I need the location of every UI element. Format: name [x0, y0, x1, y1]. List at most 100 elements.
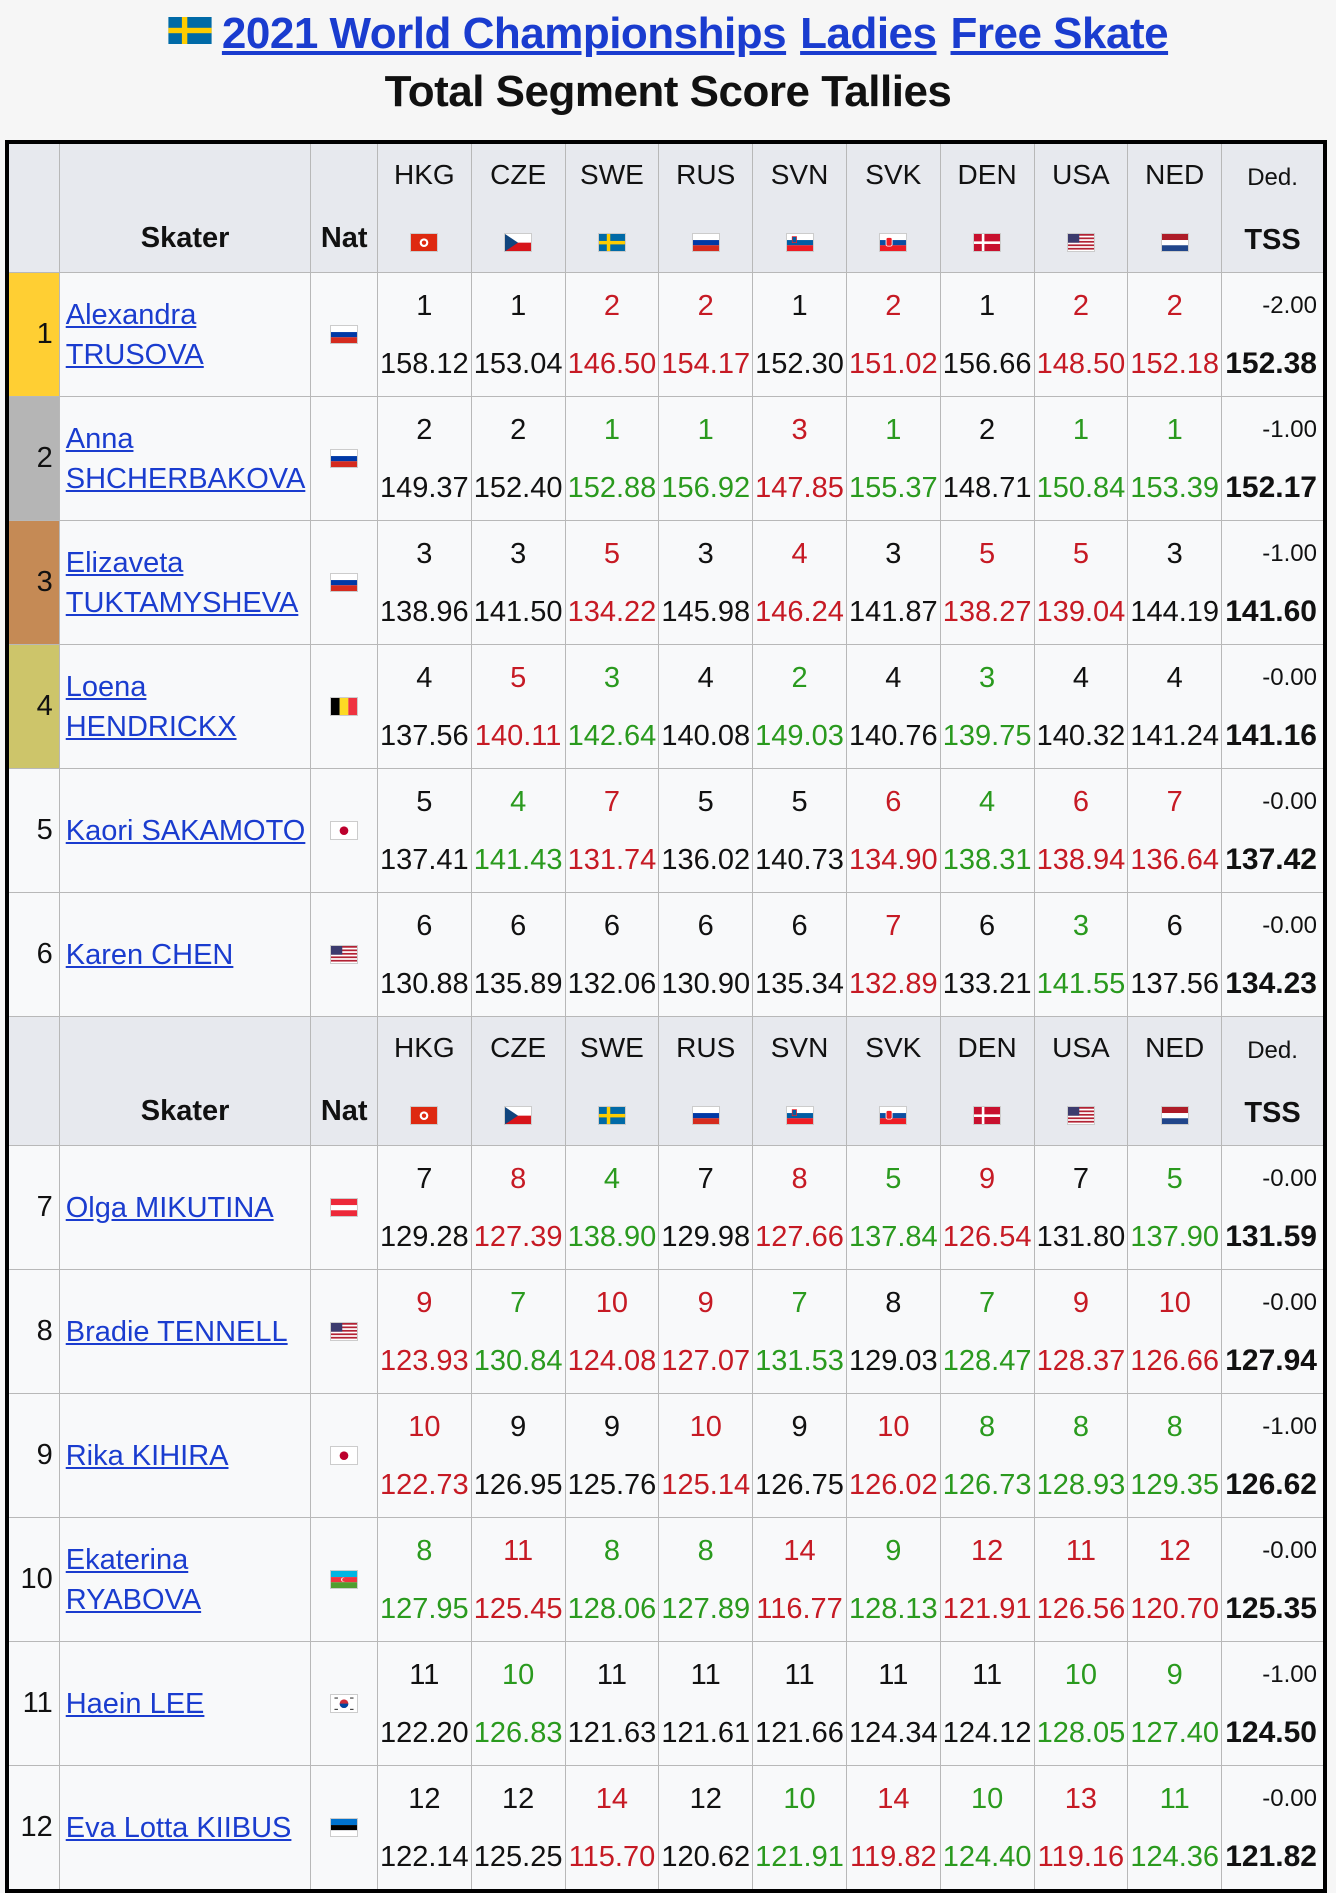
tss-value: 124.50 — [1225, 1715, 1317, 1749]
segment-link[interactable]: Free Skate — [951, 9, 1169, 58]
judge-placement: 4 — [979, 785, 996, 818]
judge-score-cell: 14 119.82 — [845, 1765, 941, 1892]
judge-placement: 12 — [1158, 1534, 1191, 1567]
deduction: -0.00 — [1262, 1164, 1317, 1192]
judge-placement: 10 — [1064, 1658, 1098, 1691]
skater-header: Skater — [58, 141, 312, 273]
judge-placement: 1 — [697, 413, 714, 446]
nat-cell — [310, 1269, 378, 1394]
skater-link[interactable]: Olga MIKUTINA — [66, 1192, 274, 1224]
judge-score-cell: 3 141.50 — [470, 520, 566, 645]
judge-score-cell: 9 128.13 — [845, 1517, 941, 1642]
judge-score-cell: 2 152.40 — [470, 396, 566, 521]
judge-score-cell: 6 137.56 — [1127, 892, 1223, 1017]
judge-score: 126.66 — [1130, 1344, 1220, 1377]
skater-link[interactable]: Bradie TENNELL — [66, 1316, 288, 1348]
judge-score: 138.27 — [942, 595, 1032, 628]
skater-link[interactable]: Karen CHEN — [66, 939, 234, 971]
judge-score: 135.34 — [755, 967, 844, 1000]
judge-placement: 11 — [972, 1658, 1003, 1691]
judge-placement: 6 — [416, 909, 433, 942]
judge-placement: 11 — [503, 1534, 534, 1567]
skater-link[interactable]: Kaori SAKAMOTO — [66, 815, 306, 847]
skater-link[interactable]: Haein LEE — [66, 1688, 205, 1720]
skater-cell: Kaori SAKAMOTO — [58, 768, 312, 893]
judge-score-cell: 9 127.40 — [1127, 1641, 1223, 1766]
skater-cell: Eva Lotta KIIBUS — [58, 1765, 312, 1892]
judge-score-cell: 3 147.85 — [752, 396, 847, 521]
judge-score-cell: 11 125.45 — [470, 1517, 566, 1642]
judge-score-cell: 4 140.32 — [1033, 644, 1129, 769]
skater-link[interactable]: Rika KIHIRA — [66, 1440, 229, 1472]
nat-cell — [310, 892, 378, 1017]
judge-score-cell: 1 153.04 — [470, 272, 566, 397]
judge-header-svk: SVK — [845, 1016, 941, 1146]
judge-placement: 9 — [603, 1410, 620, 1443]
judge-score: 122.14 — [379, 1840, 469, 1873]
judge-score: 141.50 — [473, 595, 563, 628]
ded-tss-header: Ded. TSS — [1221, 141, 1326, 273]
judge-score: 140.11 — [474, 719, 562, 752]
judge-score: 128.93 — [1036, 1468, 1126, 1501]
event-link[interactable]: 2021 World Championships — [222, 9, 787, 58]
judge-placement: 6 — [1072, 785, 1089, 818]
skater-link[interactable]: Loena HENDRICKX — [66, 671, 237, 743]
judge-placement: 3 — [510, 537, 527, 570]
judge-placement: 1 — [603, 413, 620, 446]
judge-placement: 7 — [1072, 1162, 1089, 1195]
tss-value: 121.82 — [1225, 1839, 1317, 1873]
skater-cell: Alexandra TRUSOVA — [58, 272, 312, 397]
judge-score: 155.37 — [848, 471, 938, 504]
judge-score: 129.35 — [1130, 1468, 1220, 1501]
judge-score-cell: 7 132.89 — [845, 892, 941, 1017]
judge-placement: 4 — [1166, 661, 1183, 694]
skater-link[interactable]: Eva Lotta KIIBUS — [66, 1812, 292, 1844]
category-link[interactable]: Ladies — [800, 9, 937, 58]
judge-score-cell: 1 152.30 — [752, 272, 847, 397]
russia-flag-icon — [692, 233, 719, 251]
table-header-row: Skater Nat HKG CZE SWE RUS SVN SVK DEN USA NED Ded.… — [6, 141, 1326, 273]
judge-header-ned: NED — [1127, 1016, 1223, 1146]
judge-score-cell: 5 139.04 — [1033, 520, 1129, 645]
judge-placement: 7 — [416, 1162, 433, 1195]
judge-score: 123.93 — [379, 1344, 469, 1377]
judge-placement: 4 — [603, 1162, 620, 1195]
judge-placement: 5 — [979, 537, 996, 570]
judge-score: 152.88 — [567, 471, 657, 504]
total-cell: -0.00 127.94 — [1221, 1269, 1326, 1394]
tss-value: 141.16 — [1225, 718, 1317, 752]
judge-score-cell: 11 122.20 — [376, 1641, 472, 1766]
judge-placement: 1 — [885, 413, 902, 446]
judge-score-cell: 6 133.21 — [939, 892, 1035, 1017]
skater-cell: Elizaveta TUKTAMYSHEVA — [58, 520, 312, 645]
judge-score: 126.56 — [1036, 1592, 1126, 1625]
judge-score-cell: 3 141.55 — [1033, 892, 1129, 1017]
judge-score: 154.17 — [661, 347, 751, 380]
azerbaijan-flag-icon — [331, 1570, 358, 1589]
deduction: -1.00 — [1262, 1660, 1317, 1688]
judge-score-cell: 8 126.73 — [939, 1393, 1035, 1518]
judge-score-cell: 4 137.56 — [376, 644, 472, 769]
table-row: 3 Elizaveta TUKTAMYSHEVA 3 138.96 3 141.50 5 13… — [6, 520, 1326, 645]
czech-flag-icon — [505, 1106, 532, 1124]
judge-placement: 4 — [791, 537, 808, 570]
skater-link[interactable]: Anna SHCHERBAKOVA — [66, 423, 306, 495]
judge-header-ned: NED — [1127, 141, 1223, 273]
judge-score: 127.89 — [661, 1592, 751, 1625]
judge-score-cell: 13 119.16 — [1033, 1765, 1129, 1892]
skater-link[interactable]: Elizaveta TUKTAMYSHEVA — [66, 547, 299, 619]
judge-score-cell: 2 148.71 — [939, 396, 1035, 521]
deduction: -1.00 — [1262, 415, 1317, 443]
judge-placement: 5 — [885, 1162, 902, 1195]
judge-header-svn: SVN — [752, 141, 847, 273]
skater-link[interactable]: Ekaterina RYABOVA — [66, 1544, 201, 1616]
judge-score: 121.61 — [661, 1716, 751, 1749]
table-header-row: Skater Nat HKG CZE SWE RUS SVN SVK DEN USA NED Ded.… — [6, 1016, 1326, 1146]
nat-cell — [310, 1517, 378, 1642]
deduction: -0.00 — [1262, 787, 1317, 815]
denmark-flag-icon — [974, 233, 1001, 251]
judge-score: 126.83 — [473, 1716, 563, 1749]
skater-link[interactable]: Alexandra TRUSOVA — [66, 299, 204, 371]
judge-score-cell: 9 126.54 — [939, 1145, 1035, 1270]
judge-score-cell: 11 121.63 — [564, 1641, 660, 1766]
